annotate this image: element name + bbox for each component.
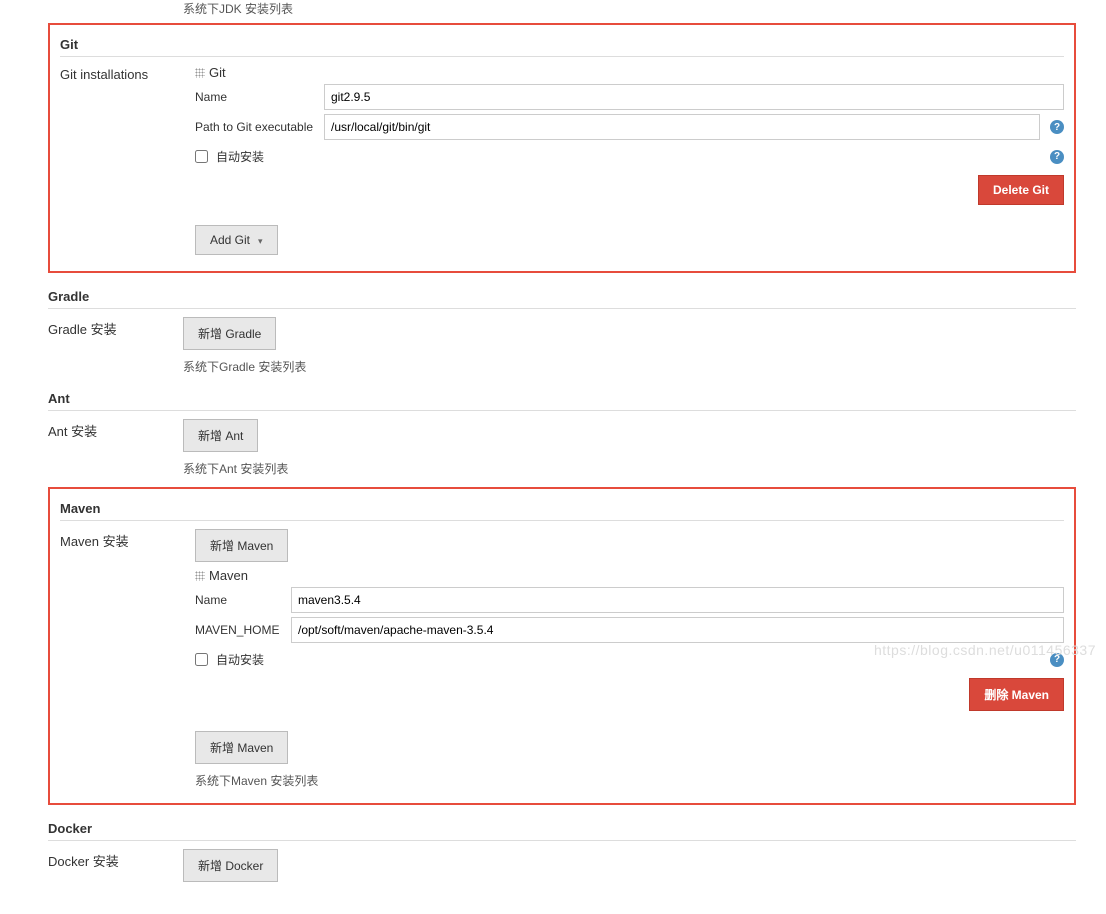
maven-auto-install-label: 自动安装 <box>216 651 264 668</box>
ant-install-label: Ant 安装 <box>48 417 183 440</box>
gradle-hint: 系统下Gradle 安装列表 <box>183 354 1076 377</box>
gradle-install-label: Gradle 安装 <box>48 315 183 338</box>
docker-section-title: Docker <box>48 815 1076 841</box>
drag-icon[interactable] <box>195 68 205 78</box>
git-name-input[interactable] <box>324 84 1064 110</box>
maven-section-title: Maven <box>60 495 1064 521</box>
add-maven-top-button[interactable]: 新增 Maven <box>195 529 288 562</box>
gradle-section-title: Gradle <box>48 283 1076 309</box>
maven-name-label: Name <box>195 593 285 607</box>
add-ant-button[interactable]: 新增 Ant <box>183 419 258 452</box>
add-maven-bottom-button[interactable]: 新增 Maven <box>195 731 288 764</box>
add-gradle-button[interactable]: 新增 Gradle <box>183 317 276 350</box>
git-path-label: Path to Git executable <box>195 120 318 134</box>
jdk-hint-text: 系统下JDK 安装列表 <box>183 0 1076 17</box>
maven-highlight-box: Maven Maven 安装 新增 Maven Maven Name <box>48 487 1076 805</box>
maven-tool-name: Maven <box>209 568 248 583</box>
gradle-section: Gradle Gradle 安装 新增 Gradle 系统下Gradle 安装列… <box>48 283 1076 379</box>
maven-name-input[interactable] <box>291 587 1064 613</box>
ant-section: Ant Ant 安装 新增 Ant 系统下Ant 安装列表 <box>48 385 1076 481</box>
help-icon[interactable]: ? <box>1050 653 1064 667</box>
add-docker-button[interactable]: 新增 Docker <box>183 849 278 882</box>
delete-git-button[interactable]: Delete Git <box>978 175 1064 205</box>
drag-icon[interactable] <box>195 571 205 581</box>
maven-hint: 系统下Maven 安装列表 <box>195 768 1064 791</box>
maven-auto-install-checkbox[interactable] <box>195 653 208 666</box>
delete-maven-button[interactable]: 删除 Maven <box>969 678 1064 711</box>
maven-home-input[interactable] <box>291 617 1064 643</box>
help-icon[interactable]: ? <box>1050 120 1064 134</box>
maven-home-label: MAVEN_HOME <box>195 623 285 637</box>
git-section-title: Git <box>60 31 1064 57</box>
ant-hint: 系统下Ant 安装列表 <box>183 456 1076 479</box>
git-auto-install-checkbox[interactable] <box>195 150 208 163</box>
docker-section: Docker Docker 安装 新增 Docker <box>48 815 1076 888</box>
git-path-input[interactable] <box>324 114 1040 140</box>
git-highlight-box: Git Git installations Git Name Path to G… <box>48 23 1076 273</box>
git-auto-install-label: 自动安装 <box>216 148 264 165</box>
ant-section-title: Ant <box>48 385 1076 411</box>
help-icon[interactable]: ? <box>1050 150 1064 164</box>
maven-install-label: Maven 安装 <box>60 527 195 550</box>
add-git-button[interactable]: Add Git <box>195 225 278 255</box>
docker-install-label: Docker 安装 <box>48 847 183 870</box>
git-name-label: Name <box>195 90 318 104</box>
git-installations-label: Git installations <box>60 63 195 82</box>
git-tool-name: Git <box>209 65 226 80</box>
